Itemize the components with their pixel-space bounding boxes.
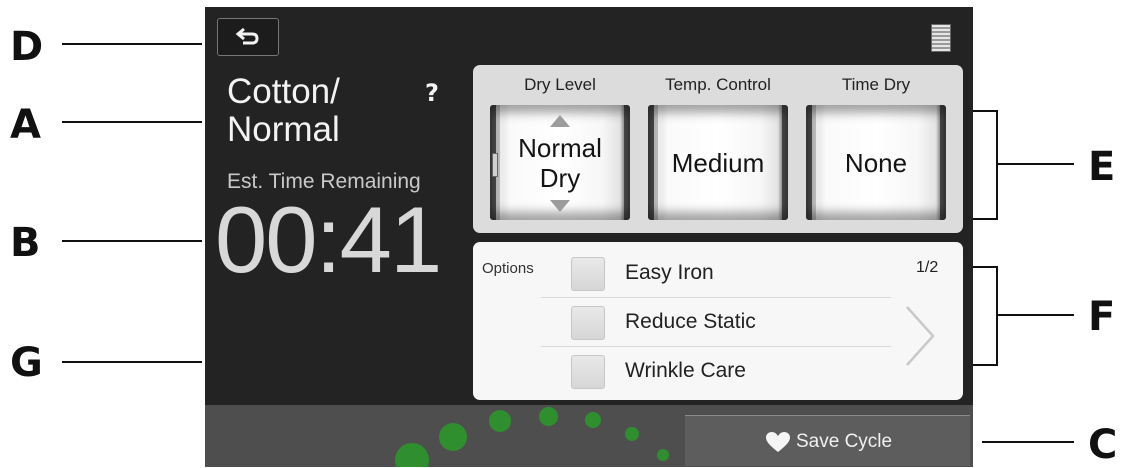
- callout-d: D: [10, 24, 44, 70]
- option-reduce-static[interactable]: Reduce Static: [541, 298, 891, 347]
- list-icon[interactable]: [931, 24, 951, 52]
- dry-level-label: Dry Level: [524, 75, 596, 94]
- temp-control-value: Medium: [671, 147, 765, 178]
- callout-a: A: [10, 102, 41, 148]
- back-arrow-icon: [235, 27, 259, 45]
- page-indicator: 1/2: [916, 259, 939, 276]
- cycle-name-line2: Normal: [227, 110, 340, 149]
- back-button[interactable]: [217, 18, 279, 56]
- option-wrinkle-care[interactable]: Wrinkle Care: [541, 347, 891, 395]
- options-panel: Options 1/2 Easy Iron Reduce Static Wrin…: [473, 242, 963, 400]
- reduce-static-checkbox[interactable]: [571, 306, 605, 340]
- easy-iron-label: Easy Iron: [625, 261, 714, 284]
- wrinkle-care-checkbox[interactable]: [571, 355, 605, 389]
- easy-iron-checkbox[interactable]: [571, 257, 605, 291]
- dryer-screen: Cotton/ Normal ? Est. Time Remaining 00:…: [205, 7, 973, 467]
- save-cycle-label: Save Cycle: [796, 431, 893, 452]
- progress-dot: [489, 410, 511, 432]
- leader-a: [62, 121, 202, 123]
- reduce-static-label: Reduce Static: [625, 310, 756, 333]
- progress-dot: [395, 443, 429, 467]
- time-remaining-value: 00:41: [215, 187, 442, 292]
- leader-d: [62, 43, 202, 45]
- progress-dot: [585, 412, 601, 428]
- callout-b: B: [10, 220, 41, 266]
- leader-g: [62, 361, 202, 363]
- wrinkle-care-label: Wrinkle Care: [625, 359, 746, 382]
- callout-e: E: [1088, 144, 1116, 190]
- dry-level-value-line2: Dry: [539, 162, 581, 193]
- scroll-down-icon[interactable]: [550, 200, 570, 212]
- leader-f: [998, 314, 1074, 316]
- leader-c: [982, 441, 1074, 443]
- option-easy-iron[interactable]: Easy Iron: [541, 249, 891, 298]
- temp-control-label: Temp. Control: [665, 75, 771, 94]
- callout-g: G: [10, 340, 43, 386]
- callout-c: C: [1088, 422, 1118, 468]
- progress-dot: [625, 427, 639, 441]
- chevron-right-icon[interactable]: [903, 304, 937, 368]
- dry-level-dial[interactable]: Normal Dry: [490, 105, 630, 220]
- save-cycle-button[interactable]: Save Cycle: [685, 415, 970, 466]
- time-dry-value: None: [844, 147, 908, 178]
- callout-f: F: [1088, 294, 1116, 340]
- cycle-settings-panel: Dry Level Temp. Control Time Dry Normal …: [473, 65, 963, 233]
- time-dry-dial[interactable]: None: [806, 105, 946, 220]
- leader-b: [62, 240, 202, 242]
- cycle-name-line1: Cotton/: [227, 72, 340, 111]
- options-label: Options: [482, 260, 534, 277]
- progress-dot: [657, 449, 669, 461]
- temp-control-dial[interactable]: Medium: [648, 105, 788, 220]
- time-dry-label: Time Dry: [841, 75, 911, 94]
- bottom-bar: Save Cycle: [205, 405, 973, 467]
- progress-dot: [439, 423, 467, 451]
- progress-dot: [539, 407, 558, 426]
- heart-icon: [766, 432, 790, 452]
- leader-e: [998, 163, 1074, 165]
- dry-level-value-line1: Normal: [518, 132, 602, 163]
- cycle-name: Cotton/ Normal: [227, 73, 417, 149]
- help-icon[interactable]: ?: [425, 79, 439, 107]
